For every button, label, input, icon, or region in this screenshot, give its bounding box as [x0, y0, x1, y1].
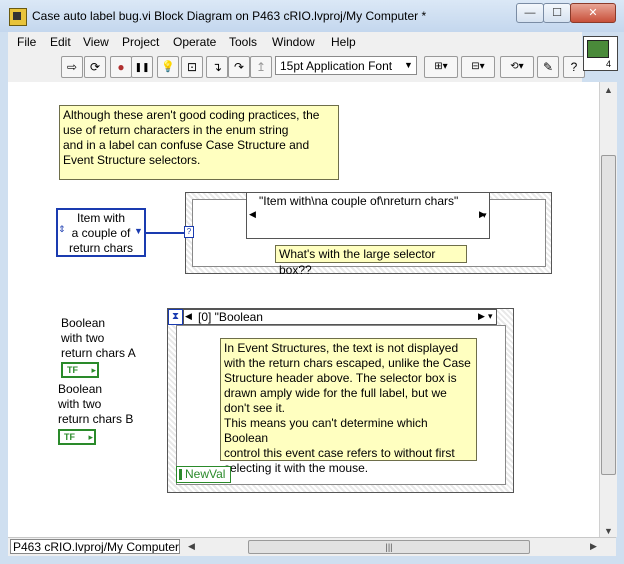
context-help-icon[interactable]: ? — [563, 56, 585, 78]
pause-icon[interactable]: ❚❚ — [131, 56, 153, 78]
comment-line: use of return characters in the enum str… — [63, 123, 289, 137]
connector-number: 4 — [606, 59, 612, 69]
menu-window[interactable]: Window — [272, 35, 315, 49]
event-next-icon[interactable]: ▶ — [478, 311, 485, 322]
run-arrow-icon[interactable]: ⇨ — [61, 56, 83, 78]
label-line: return chars B — [58, 412, 134, 426]
retain-wire-values-icon[interactable]: ⊡ — [181, 56, 203, 78]
newval-terminal[interactable]: NewVal — [176, 466, 231, 483]
boolean-a-label: Boolean with two return chars A — [61, 316, 136, 361]
abort-icon[interactable]: ● — [110, 56, 132, 78]
label-line: Boolean — [58, 382, 103, 396]
comment-line: don't see it. — [224, 401, 285, 415]
chevron-down-icon[interactable]: ▼ — [402, 57, 415, 74]
event-selector-label: [0] "Boolean — [198, 310, 263, 324]
enum-line: return chars — [68, 241, 134, 255]
boolean-b-label: Boolean with two return chars B — [58, 382, 133, 427]
event-prev-icon[interactable]: ◀ — [185, 311, 192, 322]
menu-view[interactable]: View — [83, 35, 109, 49]
label-line: return chars A — [61, 346, 136, 360]
menu-file[interactable]: File — [17, 35, 36, 49]
step-over-icon[interactable]: ↷ — [228, 56, 250, 78]
case-comment[interactable]: What's with the large selector box?? — [275, 245, 467, 277]
enum-control[interactable]: Item with a couple of return chars — [56, 208, 146, 257]
step-out-icon[interactable]: ↥ — [250, 56, 272, 78]
case-selector-label: "Item with\na couple of\nreturn chars" — [259, 194, 459, 208]
menu-project[interactable]: Project — [122, 35, 159, 49]
comment-line: Event Structure selectors. — [63, 153, 201, 167]
comment-line: with the return chars escaped, unlike th… — [224, 356, 471, 370]
label-line: with two — [58, 397, 102, 411]
comment-line: Structure header above. The selector box… — [224, 371, 457, 385]
align-objects-icon[interactable]: ⊞▾ — [424, 56, 458, 78]
font-select[interactable]: 15pt Application Font — [275, 56, 417, 75]
menu-help[interactable]: Help — [331, 35, 356, 49]
enum-wire[interactable] — [146, 232, 186, 234]
close-button[interactable]: ✕ — [570, 3, 616, 23]
menu-operate[interactable]: Operate — [173, 35, 216, 49]
menu-tools[interactable]: Tools — [229, 35, 257, 49]
comment-top[interactable]: Although these aren't good coding practi… — [59, 105, 339, 180]
scroll-left-icon[interactable]: ◀ — [188, 541, 195, 552]
enum-increment-icon[interactable]: ⇕ — [58, 224, 66, 235]
reorder-icon[interactable]: ⟲▾ — [500, 56, 534, 78]
comment-line: This means you can't determine which Boo… — [224, 416, 428, 445]
case-dropdown-icon[interactable]: ▾ — [482, 210, 487, 221]
scroll-down-icon[interactable]: ▼ — [604, 526, 613, 536]
step-into-icon[interactable]: ↴ — [206, 56, 228, 78]
case-selector-terminal[interactable]: ? — [184, 226, 194, 238]
project-context-path: P463 cRIO.lvproj/My Computer — [10, 539, 180, 554]
enum-line: Item with — [76, 211, 125, 225]
event-dropdown-icon[interactable]: ▾ — [488, 311, 493, 322]
enum-dropdown-icon[interactable]: ▼ — [134, 226, 143, 236]
connector-pane-icon[interactable] — [583, 36, 618, 71]
comment-line: control this event case refers to withou… — [224, 446, 455, 460]
window-title: Case auto label bug.vi Block Diagram on … — [32, 9, 427, 23]
run-continuously-icon[interactable]: ⟳ — [84, 56, 106, 78]
distribute-objects-icon[interactable]: ⊟▾ — [461, 56, 495, 78]
event-comment[interactable]: In Event Structures, the text is not dis… — [220, 338, 477, 475]
vertical-scroll-thumb[interactable] — [601, 155, 616, 475]
menu-edit[interactable]: Edit — [50, 35, 71, 49]
comment-line: Although these aren't good coding practi… — [63, 108, 320, 122]
label-line: Boolean — [61, 316, 106, 330]
comment-line: drawn amply wide for the full label, but… — [224, 386, 447, 400]
comment-line: and in a label can confuse Case Structur… — [63, 138, 310, 152]
boolean-a-terminal[interactable]: TF — [61, 362, 99, 378]
horizontal-scroll-thumb[interactable]: ||| — [248, 540, 530, 554]
boolean-b-terminal[interactable]: TF — [58, 429, 96, 445]
comment-line: selecting it with the mouse. — [224, 461, 369, 475]
scroll-up-icon[interactable]: ▲ — [604, 85, 613, 95]
case-prev-icon[interactable]: ◀ — [249, 209, 256, 220]
minimize-button[interactable]: — — [516, 3, 544, 23]
enum-line: a couple of — [71, 226, 131, 240]
cleanup-diagram-icon[interactable]: ✎ — [537, 56, 559, 78]
vi-icon — [9, 8, 27, 26]
label-line: with two — [61, 331, 105, 345]
maximize-button[interactable]: ☐ — [543, 3, 571, 23]
timeout-hourglass-icon[interactable]: ⧗ — [168, 309, 183, 325]
scroll-right-icon[interactable]: ▶ — [590, 541, 597, 552]
highlight-execution-icon[interactable]: 💡 — [157, 56, 179, 78]
comment-line: In Event Structures, the text is not dis… — [224, 341, 459, 355]
